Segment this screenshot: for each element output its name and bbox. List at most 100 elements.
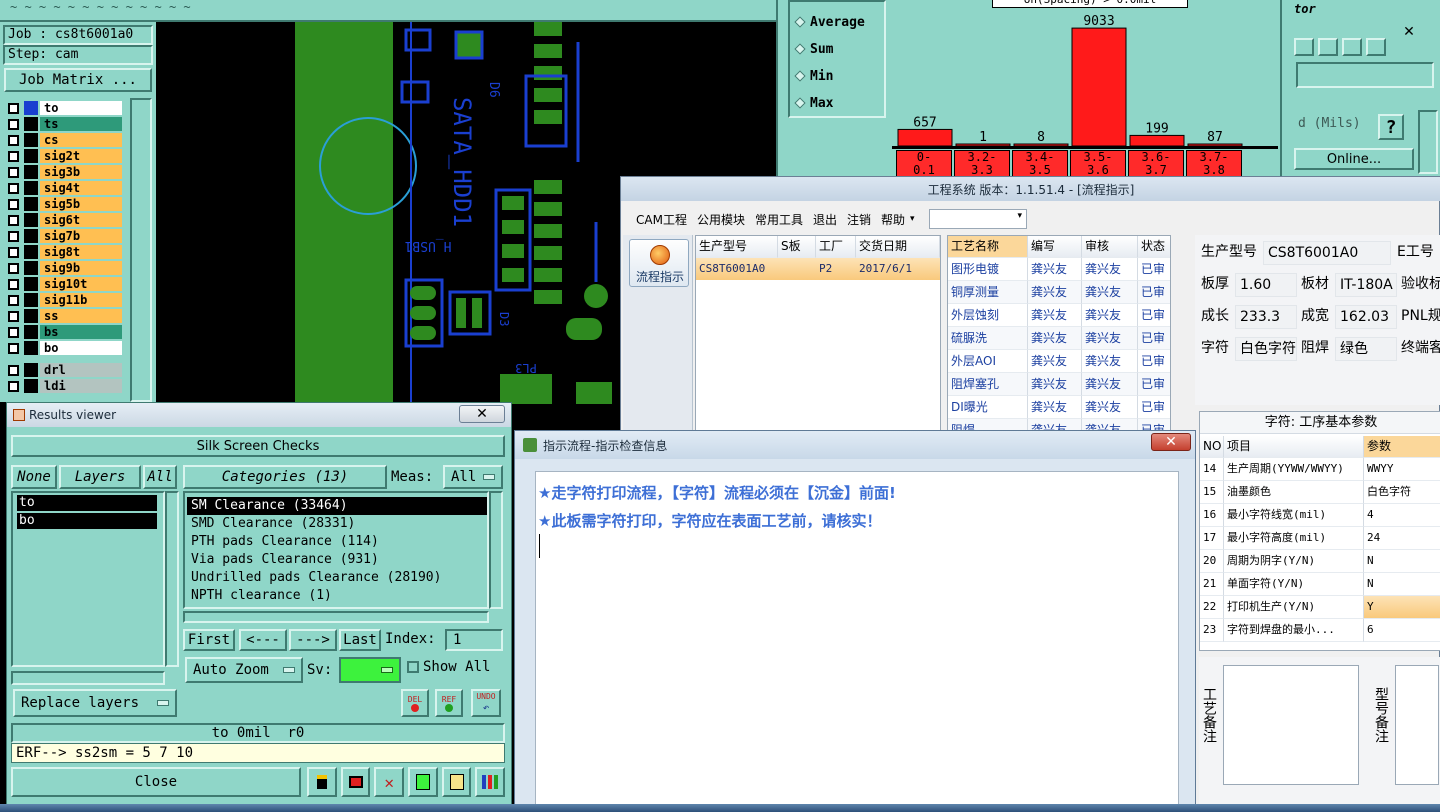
info-field[interactable]: IT-180A bbox=[1335, 273, 1397, 297]
info-field[interactable]: 1.60 bbox=[1235, 273, 1297, 297]
info-field[interactable]: CS8T6001A0 bbox=[1263, 241, 1391, 265]
params-row[interactable]: 15 油墨颜色 白色字符 bbox=[1200, 481, 1440, 504]
prev-button[interactable]: <--- bbox=[239, 629, 287, 651]
tool-histogram-icon[interactable] bbox=[475, 767, 506, 797]
layers-list[interactable]: to bo bbox=[11, 491, 165, 667]
layer-checkbox[interactable] bbox=[8, 167, 19, 178]
right-scroll[interactable] bbox=[1418, 110, 1438, 174]
params-row[interactable]: 22 打印机生产(Y/N) Y bbox=[1200, 596, 1440, 619]
stats-option[interactable]: Max bbox=[794, 93, 886, 113]
orders-header-cell[interactable]: 交货日期 bbox=[856, 236, 940, 258]
params-header-cell[interactable]: 参数 bbox=[1364, 436, 1440, 458]
menu-item[interactable]: 公用模块 bbox=[692, 211, 750, 228]
layer-row[interactable]: sig11b bbox=[4, 292, 124, 308]
categories-vscroll[interactable] bbox=[489, 491, 503, 609]
orders-header-cell[interactable]: 工厂 bbox=[816, 236, 856, 258]
menu-item[interactable]: 帮助 bbox=[876, 211, 910, 228]
replace-layers-select[interactable]: Replace layers bbox=[13, 689, 177, 717]
params-body[interactable]: 14 生产周期(YYWW/WWYY) WWYY 15 油墨颜色 白色字符 16 最小字符线宽(… bbox=[1200, 458, 1440, 648]
layer-row[interactable]: sig10t bbox=[4, 276, 124, 292]
layer-row[interactable]: bo bbox=[4, 340, 124, 356]
layer-checkbox[interactable] bbox=[8, 311, 19, 322]
layer-row[interactable]: to bbox=[4, 100, 124, 116]
params-row[interactable]: 21 单面字符(Y/N) N bbox=[1200, 573, 1440, 596]
none-button[interactable]: None bbox=[11, 465, 57, 489]
layer-checkbox[interactable] bbox=[8, 199, 19, 210]
pcb-view[interactable]: SATA_HDD1 D6 H_USB1 D3 PL3 bbox=[156, 22, 620, 404]
process-row[interactable]: 外层AOI 龚兴友 龚兴友 已审 bbox=[948, 350, 1170, 373]
tool-notes-icon[interactable] bbox=[441, 767, 472, 797]
layer-row[interactable]: sig2t bbox=[4, 148, 124, 164]
layer-row[interactable]: sig9b bbox=[4, 260, 124, 276]
stats-option[interactable]: Average bbox=[794, 12, 886, 32]
layer-row[interactable]: sig4t bbox=[4, 180, 124, 196]
layer-row[interactable]: ts bbox=[4, 116, 124, 132]
layer-list[interactable]: to ts cs sig2t sig3b sig4t sig5b sig6t sig7b sig8… bbox=[4, 100, 126, 400]
process-header-cell[interactable]: 编写 bbox=[1028, 236, 1082, 258]
notes-left-box[interactable] bbox=[1223, 665, 1359, 785]
layer-checkbox[interactable] bbox=[8, 231, 19, 242]
tool-num-icon[interactable] bbox=[408, 767, 438, 797]
results-viewer-close[interactable]: ✕ bbox=[459, 405, 505, 423]
params-row[interactable]: 20 周期为阴字(Y/N) N bbox=[1200, 550, 1440, 573]
categories-list[interactable]: SM Clearance (33464) SMD Clearance (28331… bbox=[183, 491, 489, 609]
layers-button[interactable]: Layers bbox=[59, 465, 141, 489]
params-row[interactable]: 23 字符到焊盘的最小... 6 bbox=[1200, 619, 1440, 642]
category-item[interactable]: Via pads Clearance (931) bbox=[187, 551, 487, 569]
del-button[interactable]: DEL bbox=[401, 689, 429, 717]
layer-checkbox[interactable] bbox=[8, 327, 19, 338]
layer-checkbox[interactable] bbox=[8, 135, 19, 146]
layer-row[interactable]: sig8t bbox=[4, 244, 124, 260]
category-item[interactable]: PTH pads Clearance (114) bbox=[187, 533, 487, 551]
layer-row[interactable]: drl bbox=[4, 362, 124, 378]
tool-chart-icon[interactable] bbox=[307, 767, 337, 797]
selected-layer-item[interactable]: to bbox=[17, 495, 157, 511]
layer-checkbox[interactable] bbox=[8, 103, 19, 114]
all-button[interactable]: All bbox=[143, 465, 177, 489]
layer-row[interactable]: ss bbox=[4, 308, 124, 324]
menu-item[interactable]: 注销 bbox=[842, 211, 876, 228]
tool-export-icon[interactable] bbox=[340, 767, 371, 797]
menu-item[interactable]: 常用工具 bbox=[750, 211, 808, 228]
layer-checkbox[interactable] bbox=[8, 279, 19, 290]
params-row[interactable]: 16 最小字符线宽(mil) 4 bbox=[1200, 504, 1440, 527]
layer-checkbox[interactable] bbox=[8, 183, 19, 194]
online-button[interactable]: Online... bbox=[1294, 148, 1414, 170]
orders-header-cell[interactable]: 生产型号 bbox=[696, 236, 778, 258]
menu-item[interactable]: CAM工程 bbox=[631, 211, 692, 228]
sv-color-select[interactable] bbox=[339, 657, 401, 683]
toolbar-icon-a[interactable] bbox=[1294, 38, 1314, 56]
layer-row[interactable]: cs bbox=[4, 132, 124, 148]
layer-checkbox[interactable] bbox=[8, 365, 19, 376]
toolbar-icon-b[interactable] bbox=[1318, 38, 1338, 56]
category-item[interactable]: SMD Clearance (28331) bbox=[187, 515, 487, 533]
categories-hscroll[interactable] bbox=[183, 611, 489, 623]
info-field[interactable]: 白色字符 bbox=[1235, 337, 1297, 361]
params-header-cell[interactable]: 项目 bbox=[1224, 436, 1364, 458]
category-item[interactable]: NPTH clearance (1) bbox=[187, 587, 487, 605]
process-row[interactable]: 硫脲洗 龚兴友 龚兴友 已审 bbox=[948, 327, 1170, 350]
params-row[interactable]: 14 生产周期(YYWW/WWYY) WWYY bbox=[1200, 458, 1440, 481]
layer-scrollbar[interactable] bbox=[130, 98, 152, 402]
params-header-cell[interactable]: NO bbox=[1200, 436, 1224, 458]
info-field[interactable]: 162.03 bbox=[1335, 305, 1397, 329]
meas-select[interactable]: All bbox=[443, 465, 503, 489]
eng-menu-combo[interactable]: ▾ bbox=[929, 209, 1027, 229]
layer-row[interactable]: sig5b bbox=[4, 196, 124, 212]
layer-row[interactable]: ldi bbox=[4, 378, 124, 394]
toolbar-icon-c[interactable] bbox=[1342, 38, 1362, 56]
layer-row[interactable]: sig7b bbox=[4, 228, 124, 244]
process-row[interactable]: 阻焊塞孔 龚兴友 龚兴友 已审 bbox=[948, 373, 1170, 396]
info-field[interactable]: 绿色 bbox=[1335, 337, 1397, 361]
process-row[interactable]: 外层蚀刻 龚兴友 龚兴友 已审 bbox=[948, 304, 1170, 327]
stats-option[interactable]: Sum bbox=[794, 39, 886, 59]
ref-button[interactable]: REF bbox=[435, 689, 463, 717]
process-row[interactable]: DI曝光 龚兴友 龚兴友 已审 bbox=[948, 396, 1170, 419]
category-item[interactable]: Undrilled pads Clearance (28190) bbox=[187, 569, 487, 587]
layers-vscroll[interactable] bbox=[165, 491, 179, 667]
orders-row[interactable]: CS8T6001A0 P2 2017/6/1 bbox=[696, 258, 940, 280]
show-all-checkbox[interactable] bbox=[407, 661, 419, 673]
process-row[interactable]: 铜厚测量 龚兴友 龚兴友 已审 bbox=[948, 281, 1170, 304]
layer-checkbox[interactable] bbox=[8, 151, 19, 162]
process-body[interactable]: 图形电镀 龚兴友 龚兴友 已审 铜厚测量 龚兴友 龚兴友 已审 外层蚀刻 龚兴友 龚兴友 已审 硫脲洗龚… bbox=[948, 258, 1170, 434]
